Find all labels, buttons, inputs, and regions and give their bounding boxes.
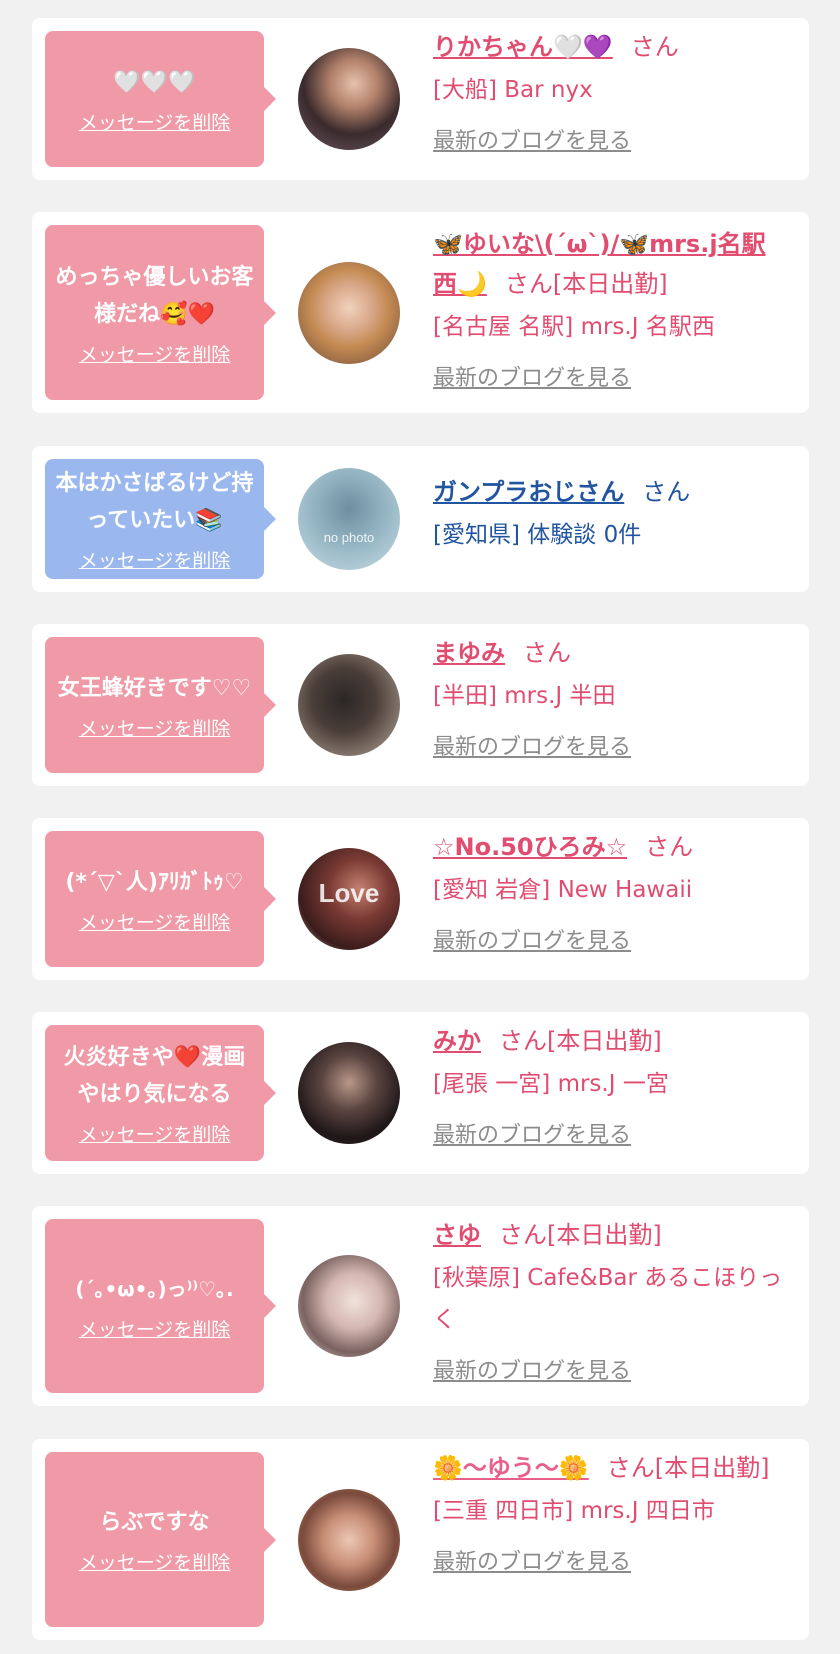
message-bubble: 🤍🤍🤍 メッセージを削除 [45,31,276,167]
message-card: 本はかさばるけど持っていたい📚 メッセージを削除 no photo ガンプラおじ… [32,446,809,592]
honorific-status: さん[本日出勤] [606,1454,770,1482]
delete-message-link[interactable]: メッセージを削除 [79,549,231,573]
latest-blog-link[interactable]: 最新のブログを見る [433,1353,631,1385]
message-bubble: (*´▽`人)ｱﾘｶﾞﾄｩ♡ メッセージを削除 [45,831,276,967]
shop-info: [大船] Bar nyx [433,77,593,103]
user-name-link[interactable]: まゆみ [433,639,505,667]
avatar[interactable] [298,654,400,756]
user-info: 🦋ゆいな\(´ω`)/🦋mrs.j名駅西🌙 さん[本日出勤] [名古屋 名駅] m… [433,224,789,392]
avatar[interactable]: no photo [298,468,400,570]
message-card: (*´▽`人)ｱﾘｶﾞﾄｩ♡ メッセージを削除 Love ☆No.50ひろみ☆ さ… [32,818,809,980]
user-info: まゆみ さん [半田] mrs.J 半田 最新のブログを見る [433,633,789,761]
shop-info: [名古屋 名駅] mrs.J 名駅西 [433,314,715,340]
avatar[interactable] [298,1489,400,1591]
message-bubble: 火炎好きや❤️漫画やはり気になる メッセージを削除 [45,1025,276,1161]
honorific-status: さん [523,639,571,667]
honorific-status: さん [645,833,694,861]
user-name-link[interactable]: ☆No.50ひろみ☆ [433,833,627,861]
message-card: 火炎好きや❤️漫画やはり気になる メッセージを削除 みか さん[本日出勤] [尾張… [32,1012,809,1174]
avatar[interactable] [298,48,400,150]
user-info: りかちゃん🤍💜 さん [大船] Bar nyx 最新のブログを見る [433,27,789,155]
shop-info: [秋葉原] Cafe&Bar あるこほりっく [433,1265,783,1333]
message-text: めっちゃ優しいお客様だね🥰❤️ [55,264,254,327]
user-info: みか さん[本日出勤] [尾張 一宮] mrs.J 一宮 最新のブログを見る [433,1021,789,1149]
avatar-caption: Love [318,878,380,908]
message-bubble: 女王蜂好きです♡♡ メッセージを削除 [45,637,276,773]
message-card: 🤍🤍🤍 メッセージを削除 りかちゃん🤍💜 さん [大船] Bar nyx 最新のブ… [32,18,809,180]
message-card: らぶですな メッセージを削除 🌼〜ゆう〜🌼 さん[本日出勤] [三重 四日市] m… [32,1439,809,1640]
message-text: 🤍🤍🤍 [113,69,196,95]
message-text: らぶですな [99,1510,210,1535]
user-location: [愛知県] 体験談 0件 [433,522,642,548]
honorific-status: さん[本日出勤] [499,1027,662,1055]
latest-blog-link[interactable]: 最新のブログを見る [433,123,631,155]
message-bubble: らぶですな メッセージを削除 [45,1452,276,1627]
message-text: (*´▽`人)ｱﾘｶﾞﾄｩ♡ [65,869,244,895]
latest-blog-link[interactable]: 最新のブログを見る [433,360,631,392]
honorific-status: さん[本日出勤] [504,270,668,298]
honorific-status: さん [642,478,691,506]
latest-blog-link[interactable]: 最新のブログを見る [433,1117,631,1149]
avatar[interactable]: Love [298,848,400,950]
avatar[interactable] [298,1042,400,1144]
no-photo-label: no photo [323,530,375,545]
message-bubble: 本はかさばるけど持っていたい📚 メッセージを削除 [45,459,276,579]
message-text: (´｡•ω•｡)っ⁾⁾♡｡. [75,1276,234,1301]
message-card: めっちゃ優しいお客様だね🥰❤️ メッセージを削除 🦋ゆいな\(´ω`)/🦋mrs… [32,212,809,413]
shop-info: [愛知 岩倉] New Hawaii [433,877,693,903]
honorific-status: さん [630,33,679,61]
user-info: 🌼〜ゆう〜🌼 さん[本日出勤] [三重 四日市] mrs.J 四日市 最新のブログ… [433,1448,789,1576]
delete-message-link[interactable]: メッセージを削除 [79,911,231,935]
latest-blog-link[interactable]: 最新のブログを見る [433,1544,631,1576]
message-text: 火炎好きや❤️漫画やはり気になる [63,1045,246,1107]
delete-message-link[interactable]: メッセージを削除 [79,1123,231,1147]
message-bubble: めっちゃ優しいお客様だね🥰❤️ メッセージを削除 [45,225,276,400]
delete-message-link[interactable]: メッセージを削除 [79,1551,231,1575]
avatar[interactable] [298,262,400,364]
user-name-link[interactable]: さゆ [433,1221,481,1249]
delete-message-link[interactable]: メッセージを削除 [79,1318,231,1342]
user-name-link[interactable]: りかちゃん🤍💜 [433,33,613,61]
delete-message-link[interactable]: メッセージを削除 [79,343,231,367]
latest-blog-link[interactable]: 最新のブログを見る [433,923,631,955]
avatar[interactable] [298,1255,400,1357]
user-info: ガンプラおじさん さん [愛知県] 体験談 0件 [433,472,789,556]
user-info: ☆No.50ひろみ☆ さん [愛知 岩倉] New Hawaii 最新のブログを見… [433,827,789,955]
user-info: さゆ さん[本日出勤] [秋葉原] Cafe&Bar あるこほりっく 最新のブログ… [433,1215,789,1385]
message-text: 女王蜂好きです♡♡ [57,675,252,701]
shop-info: [三重 四日市] mrs.J 四日市 [433,1498,715,1524]
message-text: 本はかさばるけど持っていたい📚 [55,471,254,533]
shop-info: [半田] mrs.J 半田 [433,683,616,709]
shop-info: [尾張 一宮] mrs.J 一宮 [433,1071,669,1097]
message-card: (´｡•ω•｡)っ⁾⁾♡｡. メッセージを削除 さゆ さん[本日出勤] [秋葉原]… [32,1206,809,1406]
user-name-link[interactable]: みか [433,1027,481,1055]
delete-message-link[interactable]: メッセージを削除 [79,717,231,741]
message-card: 女王蜂好きです♡♡ メッセージを削除 まゆみ さん [半田] mrs.J 半田 最… [32,624,809,786]
user-name-link[interactable]: 🌼〜ゆう〜🌼 [433,1454,589,1482]
latest-blog-link[interactable]: 最新のブログを見る [433,729,631,761]
message-bubble: (´｡•ω•｡)っ⁾⁾♡｡. メッセージを削除 [45,1219,276,1393]
message-list: 🤍🤍🤍 メッセージを削除 りかちゃん🤍💜 さん [大船] Bar nyx 最新のブ… [0,0,840,1654]
user-name-link[interactable]: ガンプラおじさん [433,478,624,506]
honorific-status: さん[本日出勤] [499,1221,662,1249]
delete-message-link[interactable]: メッセージを削除 [79,111,231,135]
